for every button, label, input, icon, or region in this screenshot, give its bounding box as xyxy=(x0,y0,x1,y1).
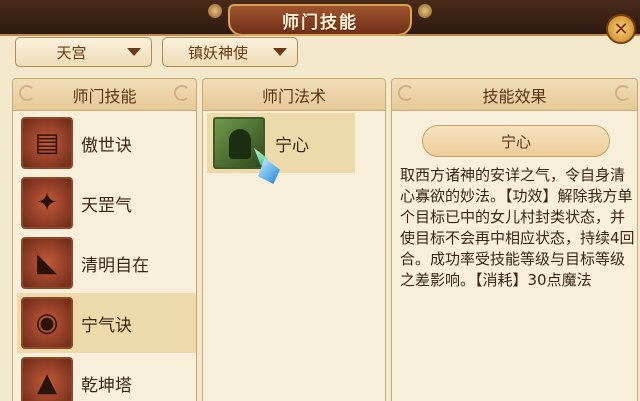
skill-item-selected[interactable]: ◉ 宁气诀 xyxy=(17,293,196,353)
skill-item[interactable]: ◣ 清明自在 xyxy=(17,233,196,293)
spells-panel-title: 师门法术 xyxy=(261,86,326,106)
window-title-plate: 师门技能 xyxy=(228,4,412,36)
skills-panel-title: 师门技能 xyxy=(72,86,137,106)
skills-panel-header: 师门技能 xyxy=(13,79,196,111)
spell-name: 宁心 xyxy=(275,135,309,156)
horn-icon: ◣ xyxy=(21,237,73,289)
window-title: 师门技能 xyxy=(282,12,358,33)
skill-item[interactable]: ✦ 天罡气 xyxy=(17,173,196,233)
effect-panel-title: 技能效果 xyxy=(482,86,547,106)
meditating-figure-icon xyxy=(213,117,265,169)
sect-dropdown[interactable]: 天宫 xyxy=(15,37,152,67)
orb-icon: ◉ xyxy=(21,297,73,349)
swirl-ornament-icon xyxy=(398,85,414,101)
spells-panel: 师门法术 宁心 xyxy=(202,78,386,401)
effect-panel-header: 技能效果 xyxy=(392,79,637,111)
swirl-ornament-icon xyxy=(19,85,35,101)
skills-panel: 师门技能 ▤ 傲世诀 ✦ 天罡气 ◣ 清明自在 ◉ 宁气诀 ▲ 乾坤塔 xyxy=(12,78,197,401)
swirl-ornament-icon xyxy=(615,85,631,101)
close-button[interactable]: ✕ xyxy=(606,14,636,44)
chevron-down-icon xyxy=(273,48,287,56)
effect-description: 取西方诸神的安详之气，令自身清心寡欲的妙法。【功效】解除我方单个目标已中的女儿村… xyxy=(400,166,635,289)
ornament-icon xyxy=(208,4,222,18)
master-dropdown[interactable]: 镇妖神使 xyxy=(162,37,298,67)
skill-name: 天罡气 xyxy=(81,195,132,216)
spell-item-selected[interactable]: 宁心 xyxy=(207,113,355,173)
skill-name: 乾坤塔 xyxy=(81,375,132,396)
skill-item[interactable]: ▲ 乾坤塔 xyxy=(17,353,196,401)
scroll-icon: ▤ xyxy=(21,117,73,169)
master-dropdown-value: 镇妖神使 xyxy=(187,43,248,62)
effect-skill-name-plate: 宁心 xyxy=(422,125,610,157)
ornament-icon xyxy=(418,4,432,18)
skill-item[interactable]: ▤ 傲世诀 xyxy=(17,113,196,173)
skill-name: 宁气诀 xyxy=(81,315,132,336)
warrior-icon: ✦ xyxy=(21,177,73,229)
sect-dropdown-value: 天宫 xyxy=(56,43,87,62)
tower-icon: ▲ xyxy=(21,357,73,401)
effect-skill-name: 宁心 xyxy=(500,132,531,151)
effect-panel: 技能效果 宁心 取西方诸神的安详之气，令自身清心寡欲的妙法。【功效】解除我方单个… xyxy=(391,78,638,401)
swirl-ornament-icon xyxy=(174,85,190,101)
close-icon: ✕ xyxy=(613,18,629,40)
skill-name: 傲世诀 xyxy=(81,135,132,156)
chevron-down-icon xyxy=(127,48,141,56)
spells-panel-header: 师门法术 xyxy=(203,79,385,111)
skill-name: 清明自在 xyxy=(81,255,149,276)
